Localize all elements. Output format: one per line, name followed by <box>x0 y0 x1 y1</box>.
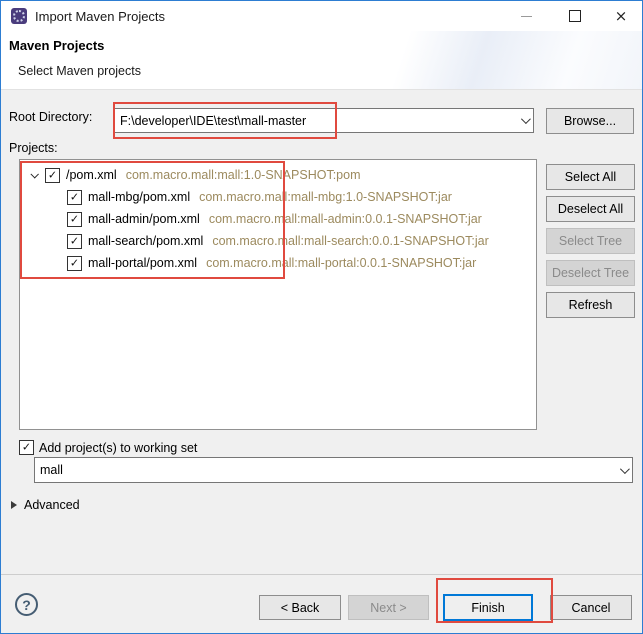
tree-item-name: mall-search/pom.xml <box>88 234 203 248</box>
wizard-header: Maven Projects Select Maven projects <box>1 31 642 90</box>
page-title: Maven Projects <box>9 38 104 53</box>
check-icon: ✓ <box>22 442 31 453</box>
finish-button[interactable]: Finish <box>443 594 533 621</box>
tree-item-artifact: com.macro.mall:mall-search:0.0.1-SNAPSHO… <box>212 234 488 248</box>
checkbox-mall-portal[interactable]: ✓ <box>67 256 82 271</box>
working-set-value[interactable]: mall <box>35 463 614 477</box>
next-button: Next > <box>348 595 429 620</box>
browse-button[interactable]: Browse... <box>546 108 634 134</box>
tree-row-mall-mbg[interactable]: ✓ mall-mbg/pom.xml com.macro.mall:mall-m… <box>20 186 536 208</box>
page-subtitle: Select Maven projects <box>18 64 141 78</box>
chevron-expanded-icon[interactable] <box>27 168 41 182</box>
check-icon: ✓ <box>70 191 79 202</box>
import-maven-projects-dialog: Import Maven Projects × Maven Projects S… <box>0 0 643 634</box>
root-directory-combo[interactable]: F:\developer\IDE\test\mall-master <box>114 108 534 133</box>
footer-divider <box>1 574 642 575</box>
checkbox-pom[interactable]: ✓ <box>45 168 60 183</box>
window-title: Import Maven Projects <box>35 9 165 24</box>
cancel-button[interactable]: Cancel <box>550 595 632 620</box>
maximize-button[interactable] <box>556 1 594 31</box>
deselect-tree-button: Deselect Tree <box>546 260 635 286</box>
tree-item-name: mall-admin/pom.xml <box>88 212 200 226</box>
tree-item-name: mall-mbg/pom.xml <box>88 190 190 204</box>
checkbox-mall-admin[interactable]: ✓ <box>67 212 82 227</box>
import-maven-gear-icon <box>11 8 27 24</box>
tree-row-mall-admin[interactable]: ✓ mall-admin/pom.xml com.macro.mall:mall… <box>20 208 536 230</box>
deselect-all-button[interactable]: Deselect All <box>546 196 635 222</box>
check-icon: ✓ <box>48 169 57 180</box>
root-directory-label: Root Directory: <box>9 110 92 124</box>
tree-item-artifact: com.macro.mall:mall:1.0-SNAPSHOT:pom <box>126 168 361 182</box>
close-icon: × <box>615 9 628 24</box>
select-tree-button: Select Tree <box>546 228 635 254</box>
check-icon: ✓ <box>70 213 79 224</box>
tree-row-pom[interactable]: ✓ /pom.xml com.macro.mall:mall:1.0-SNAPS… <box>20 164 536 186</box>
minimize-icon <box>521 16 532 17</box>
close-button[interactable]: × <box>602 1 640 31</box>
working-set-combo[interactable]: mall <box>34 457 633 483</box>
advanced-expander[interactable]: Advanced <box>11 498 80 512</box>
help-question-icon: ? <box>22 597 31 613</box>
tree-item-name: mall-portal/pom.xml <box>88 256 197 270</box>
triangle-right-icon <box>11 501 17 509</box>
check-icon: ✓ <box>70 235 79 246</box>
tree-item-artifact: com.macro.mall:mall-mbg:1.0-SNAPSHOT:jar <box>199 190 452 204</box>
advanced-label: Advanced <box>24 498 80 512</box>
back-button[interactable]: < Back <box>259 595 341 620</box>
help-button[interactable]: ? <box>15 593 38 616</box>
tree-item-name: /pom.xml <box>66 168 117 182</box>
maximize-icon <box>569 10 581 22</box>
root-directory-value[interactable]: F:\developer\IDE\test\mall-master <box>115 114 515 128</box>
working-set-label: Add project(s) to working set <box>39 441 197 455</box>
tree-item-artifact: com.macro.mall:mall-admin:0.0.1-SNAPSHOT… <box>209 212 482 226</box>
tree-row-mall-search[interactable]: ✓ mall-search/pom.xml com.macro.mall:mal… <box>20 230 536 252</box>
title-bar[interactable]: Import Maven Projects × <box>1 1 642 31</box>
minimize-button[interactable] <box>507 1 545 31</box>
checkbox-mall-search[interactable]: ✓ <box>67 234 82 249</box>
chevron-down-icon[interactable] <box>515 117 533 124</box>
check-icon: ✓ <box>70 257 79 268</box>
checkbox-mall-mbg[interactable]: ✓ <box>67 190 82 205</box>
working-set-checkbox[interactable]: ✓ <box>19 440 34 455</box>
select-all-button[interactable]: Select All <box>546 164 635 190</box>
tree-row-mall-portal[interactable]: ✓ mall-portal/pom.xml com.macro.mall:mal… <box>20 252 536 274</box>
refresh-button[interactable]: Refresh <box>546 292 635 318</box>
chevron-down-icon[interactable] <box>614 467 632 474</box>
tree-item-artifact: com.macro.mall:mall-portal:0.0.1-SNAPSHO… <box>206 256 476 270</box>
projects-label: Projects: <box>9 141 58 155</box>
projects-tree[interactable]: ✓ /pom.xml com.macro.mall:mall:1.0-SNAPS… <box>19 159 537 430</box>
